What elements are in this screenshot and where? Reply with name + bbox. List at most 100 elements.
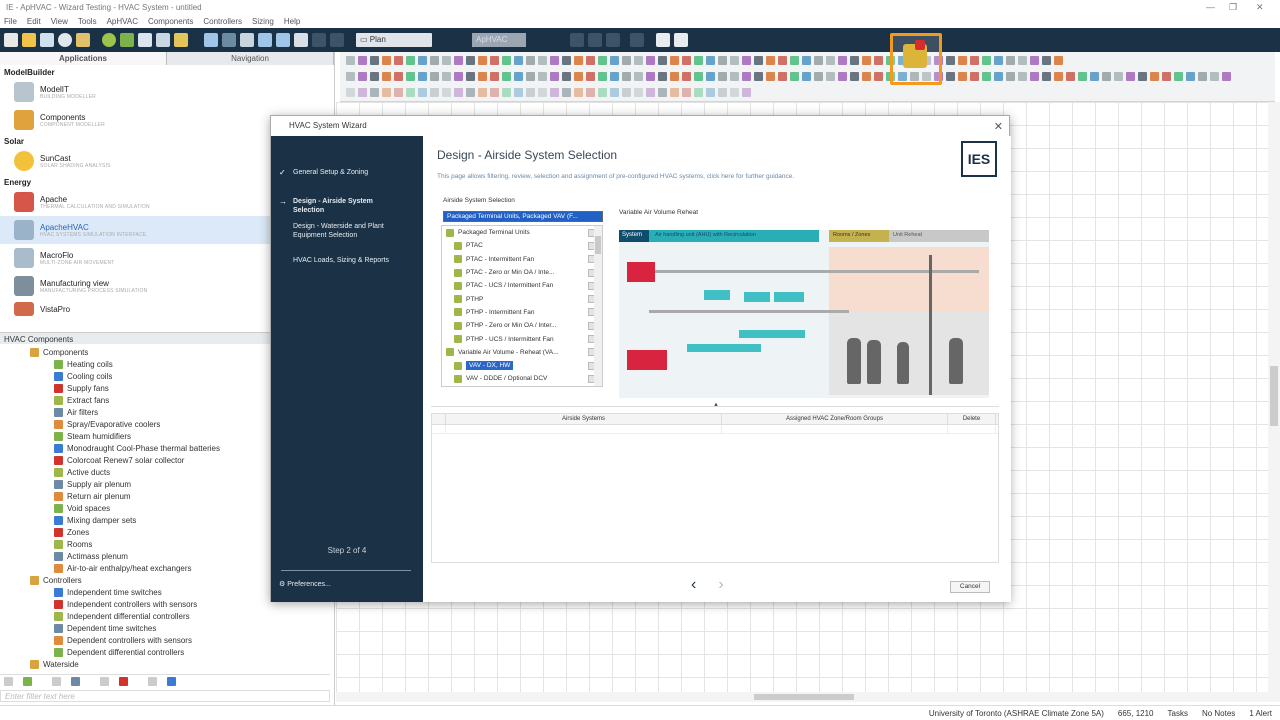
toolbar-tool-icon[interactable] (418, 71, 427, 81)
toolbar-tool-icon[interactable] (718, 87, 727, 97)
toolbar-tool-icon[interactable] (790, 55, 799, 65)
toolbar-tool-icon[interactable] (826, 71, 835, 81)
toolbar-tool-icon[interactable] (538, 71, 547, 81)
toolbar-tool-icon[interactable] (1066, 71, 1075, 81)
toolbar-tool-icon[interactable] (634, 55, 643, 65)
menu-sizing[interactable]: Sizing (252, 17, 274, 26)
toolbar-tool-icon[interactable] (946, 71, 955, 81)
tree-group[interactable]: Waterside (0, 658, 322, 670)
toolbar-tool-icon[interactable] (850, 71, 859, 81)
next-arrow-icon[interactable]: › (718, 576, 723, 593)
toolbar-tool-icon[interactable] (646, 87, 655, 97)
toolbar-tool-icon[interactable] (610, 87, 619, 97)
toolbar-tool-icon[interactable] (610, 55, 619, 65)
menu-aphvac[interactable]: ApHVAC (107, 17, 138, 26)
back-arrow-icon[interactable]: ‹ (691, 576, 696, 593)
toolbar-tool-icon[interactable] (550, 55, 559, 65)
cell-assigned-group[interactable] (722, 425, 948, 433)
pan-icon[interactable] (294, 33, 308, 47)
step-waterside-selection[interactable]: Design - Waterside and Plant Equipment S… (293, 222, 403, 240)
open-folder-icon[interactable] (22, 33, 36, 47)
system-list-item[interactable]: PTHP - Intermittent Fan (442, 306, 602, 319)
toolbar-tool-icon[interactable] (1114, 71, 1123, 81)
toolbar-tool-icon[interactable] (982, 71, 991, 81)
toolbar-tool-icon[interactable] (634, 71, 643, 81)
toolbar-tool-icon[interactable] (526, 71, 535, 81)
toolbar-tool-icon[interactable] (346, 87, 355, 97)
toolbar-tool-icon[interactable] (742, 71, 751, 81)
tasks-button[interactable]: Tasks (1168, 709, 1188, 718)
toolbar-tool-icon[interactable] (394, 71, 403, 81)
minimize-icon[interactable]: — (1206, 2, 1215, 12)
toolbar-tool-icon[interactable] (394, 87, 403, 97)
toolbar-tool-icon[interactable] (478, 71, 487, 81)
toolbar-tool-icon[interactable] (994, 55, 1003, 65)
toolbar-tool-icon[interactable] (814, 55, 823, 65)
toolbar-tool-icon[interactable] (430, 87, 439, 97)
toolbar-tool-icon[interactable] (586, 71, 595, 81)
toolbar-tool-icon[interactable] (1198, 71, 1207, 81)
toolbar-tool-icon[interactable] (754, 71, 763, 81)
toolbar-tool-icon[interactable] (706, 71, 715, 81)
grid-row[interactable] (432, 425, 998, 434)
toolbar-tool-icon[interactable] (1126, 71, 1135, 81)
toolbar-tool-icon[interactable] (382, 71, 391, 81)
toolbar-tool-icon[interactable] (562, 87, 571, 97)
toolbar-tool-icon[interactable] (1042, 55, 1051, 65)
toolbar-tool-icon[interactable] (622, 55, 631, 65)
page-subtitle-link[interactable]: This page allows filtering, review, sele… (437, 173, 794, 180)
toolbar-tool-icon[interactable] (370, 87, 379, 97)
cell-airside-system[interactable] (446, 425, 722, 433)
toolbar-tool-icon[interactable] (1174, 71, 1183, 81)
toolbar-tool-icon[interactable] (538, 87, 547, 97)
toolbar-tool-icon[interactable] (766, 55, 775, 65)
toolbar-tool-icon[interactable] (814, 71, 823, 81)
image-icon[interactable] (76, 33, 90, 47)
toolbar-tool-icon[interactable] (670, 55, 679, 65)
toolbar-tool-icon[interactable] (1018, 71, 1027, 81)
list-scroll-thumb[interactable] (595, 236, 601, 254)
toolbar-tool-icon[interactable] (694, 87, 703, 97)
tree-item[interactable]: Independent differential controllers (0, 610, 322, 622)
col-assigned-groups[interactable]: Assigned HVAC Zone/Room Groups (722, 414, 948, 424)
toolbar-tool-icon[interactable] (490, 71, 499, 81)
toolbar-tool-icon[interactable] (682, 55, 691, 65)
toolbar-tool-icon[interactable] (658, 87, 667, 97)
toolbar-tool-icon[interactable] (646, 55, 655, 65)
green-circle-icon[interactable] (102, 33, 116, 47)
dialog-close-icon[interactable]: ✕ (994, 120, 1003, 133)
toolbar-tool-icon[interactable] (730, 71, 739, 81)
system-list-item[interactable]: PTAC - Zero or Min OA / Inte... (442, 266, 602, 279)
toolbar-tool-icon[interactable] (382, 87, 391, 97)
gear-icon[interactable] (120, 33, 134, 47)
toolbar-tool-icon[interactable] (418, 87, 427, 97)
toolbar-tool-icon[interactable] (514, 71, 523, 81)
col-airside-systems[interactable]: Airside Systems (446, 414, 722, 424)
system-list-item[interactable]: PTAC (442, 239, 602, 252)
toolbar-tool-icon[interactable] (994, 71, 1003, 81)
toolbar-tool-icon[interactable] (550, 87, 559, 97)
toolbar-tool-icon[interactable] (598, 55, 607, 65)
toolbar-tool-icon[interactable] (670, 87, 679, 97)
toolbar-tool-icon[interactable] (838, 55, 847, 65)
toolbar-tool-icon[interactable] (502, 71, 511, 81)
zoom-icon[interactable] (222, 33, 236, 47)
toolbar-tool-icon[interactable] (490, 87, 499, 97)
checkbox-icon[interactable] (148, 677, 157, 686)
pointer-icon[interactable] (204, 33, 218, 47)
toolbar-tool-icon[interactable] (442, 87, 451, 97)
toolbar-tool-icon[interactable] (706, 87, 715, 97)
toolbar-tool-icon[interactable] (778, 55, 787, 65)
toolbar-tool-icon[interactable] (598, 71, 607, 81)
system-list-item[interactable]: PTHP - UCS / Intermittent Fan (442, 332, 602, 345)
row-selector[interactable] (432, 425, 446, 433)
tree-item[interactable]: Dependent differential controllers (0, 646, 322, 658)
tree-item[interactable]: Dependent time switches (0, 622, 322, 634)
toolbar-tool-icon[interactable] (478, 55, 487, 65)
orbit-icon[interactable] (330, 33, 344, 47)
toolbar-tool-icon[interactable] (622, 71, 631, 81)
toolbar-tool-icon[interactable] (682, 87, 691, 97)
step-general-setup[interactable]: General Setup & Zoning (293, 168, 403, 177)
toolbar-tool-icon[interactable] (1222, 71, 1231, 81)
toolbar-tool-icon[interactable] (766, 71, 775, 81)
